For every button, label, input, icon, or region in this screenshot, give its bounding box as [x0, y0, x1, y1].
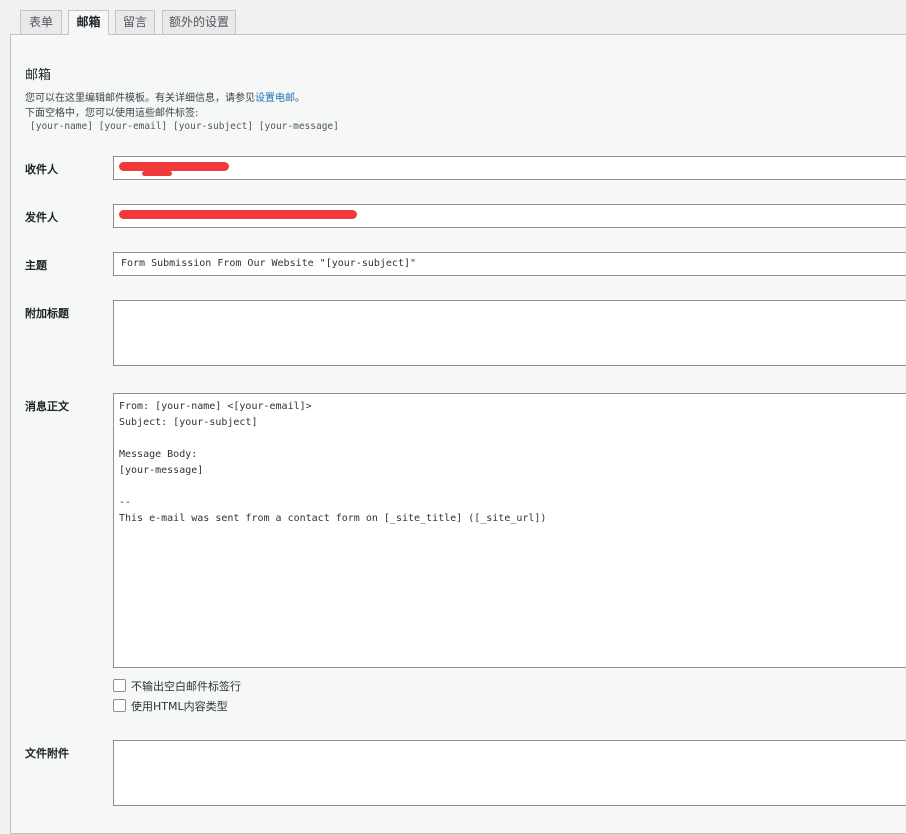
to-label: 收件人	[25, 163, 58, 176]
mail-tags-list: [your-name] [your-email] [your-subject] …	[30, 121, 339, 132]
additional-headers-field[interactable]	[113, 300, 906, 366]
tab-form[interactable]: 表单	[20, 10, 62, 34]
use-html-label: 使用HTML内容类型	[131, 700, 228, 713]
from-label: 发件人	[25, 211, 58, 224]
tab-additional-settings[interactable]: 额外的设置	[162, 10, 236, 34]
to-field[interactable]	[113, 156, 906, 180]
use-html-checkbox[interactable]	[113, 699, 126, 712]
file-attachments-label: 文件附件	[25, 747, 69, 760]
additional-headers-label: 附加标题	[25, 307, 69, 320]
subject-label: 主题	[25, 259, 47, 272]
description-suffix: 。	[295, 93, 305, 104]
description-text: 您可以在这里编辑邮件模板。有关详细信息，请参见	[25, 93, 255, 104]
redaction-mark	[142, 171, 172, 176]
redaction-mark	[119, 162, 229, 171]
tab-bar: 表单 邮箱 留言 额外的设置	[0, 0, 906, 36]
exclude-blank-checkbox[interactable]	[113, 679, 126, 692]
setup-mail-link[interactable]: 设置电邮	[255, 93, 295, 104]
tab-mail[interactable]: 邮箱	[68, 10, 109, 35]
section-description: 您可以在这里编辑邮件模板。有关详细信息，请参见设置电邮。	[25, 89, 305, 104]
message-body-field[interactable]: From: [your-name] <[your-email]> Subject…	[113, 393, 906, 668]
message-body-label: 消息正文	[25, 400, 69, 413]
section-title: 邮箱	[25, 68, 52, 83]
file-attachments-field[interactable]	[113, 740, 906, 806]
redaction-mark	[119, 210, 357, 219]
tab-messages[interactable]: 留言	[115, 10, 155, 34]
mail-tags-hint: 下面空格中，您可以使用這些邮件标签:	[25, 108, 199, 119]
subject-field[interactable]: Form Submission From Our Website "[your-…	[113, 252, 906, 276]
exclude-blank-label: 不输出空白邮件标签行	[131, 680, 241, 693]
